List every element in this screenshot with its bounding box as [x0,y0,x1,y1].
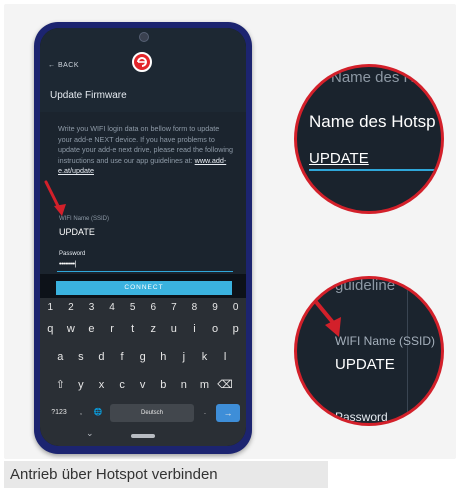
system-nav-bar: ⌄ [40,426,246,446]
zoom-value: UPDATE [309,150,369,167]
zoom-divider [407,279,408,423]
key-w[interactable]: w [61,318,82,340]
back-arrow-icon: ← [48,62,56,69]
caption: Antrieb über Hotspot verbinden [4,461,328,488]
symbols-key[interactable]: ?123 [46,404,72,422]
key-9[interactable]: 9 [206,300,224,316]
zoom-password-label: Password [335,410,388,424]
enter-key[interactable]: → [216,404,240,422]
key-b[interactable]: b [153,374,174,396]
key-row-3: ⇧ y x c v b n m ⌫ [50,374,235,396]
keyboard: 1 2 3 4 5 6 7 8 9 0 q w e r t z u i o p … [40,298,246,446]
zoom-underline [309,169,441,171]
zoom-partial-text: Name des H [331,69,415,86]
key-n[interactable]: n [174,374,195,396]
key-h[interactable]: h [153,346,174,368]
key-m[interactable]: m [194,374,215,396]
zoom-circle-ssid-field: guideline WIFI Name (SSID) UPDATE Passwo… [294,276,444,426]
red-arrow-icon [305,289,341,337]
key-p[interactable]: p [225,318,246,340]
zoom-ssid-value: UPDATE [335,356,395,373]
connect-button[interactable]: CONNECT [56,281,232,295]
red-arrow-icon [44,180,66,216]
key-1[interactable]: 1 [41,300,59,316]
key-f[interactable]: f [112,346,133,368]
image-frame: ← BACK Update Firmware Write you WIFI lo… [4,4,456,459]
camera-icon [139,32,149,42]
backspace-key[interactable]: ⌫ [215,374,236,396]
key-i[interactable]: i [184,318,205,340]
key-g[interactable]: g [132,346,153,368]
key-a[interactable]: a [50,346,71,368]
key-5[interactable]: 5 [124,300,142,316]
key-6[interactable]: 6 [144,300,162,316]
home-pill-icon[interactable] [131,434,155,438]
key-q[interactable]: q [40,318,61,340]
password-input[interactable]: ••••••••| [59,261,76,268]
back-button[interactable]: ← BACK [48,62,79,69]
key-c[interactable]: c [112,374,133,396]
key-s[interactable]: s [71,346,92,368]
key-t[interactable]: t [122,318,143,340]
back-label: BACK [57,62,80,69]
key-x[interactable]: x [91,374,112,396]
key-row-1: q w e r t z u i o p [40,318,246,340]
key-y[interactable]: y [71,374,92,396]
shift-key[interactable]: ⇧ [50,374,71,396]
key-k[interactable]: k [194,346,215,368]
space-key[interactable]: Deutsch [110,404,194,422]
page-title: Update Firmware [50,90,127,101]
phone-screen: ← BACK Update Firmware Write you WIFI lo… [40,28,246,446]
key-r[interactable]: r [102,318,123,340]
key-2[interactable]: 2 [62,300,80,316]
key-row-bottom: ?123 , 🌐 Deutsch . → [40,404,246,422]
key-u[interactable]: u [164,318,185,340]
key-3[interactable]: 3 [82,300,100,316]
password-underline [57,271,233,272]
ssid-input[interactable]: UPDATE [59,227,95,237]
key-4[interactable]: 4 [103,300,121,316]
zoom-circle-ssid-title: Name des H Name des Hotsp UPDATE [294,64,444,214]
key-d[interactable]: d [91,346,112,368]
key-7[interactable]: 7 [165,300,183,316]
key-0[interactable]: 0 [227,300,245,316]
number-row: 1 2 3 4 5 6 7 8 9 0 [40,300,246,316]
key-o[interactable]: o [205,318,226,340]
key-l[interactable]: l [215,346,236,368]
period-key[interactable]: . [198,404,212,422]
key-e[interactable]: e [81,318,102,340]
key-row-2: a s d f g h j k l [50,346,235,368]
password-label: Password [59,251,86,257]
key-z[interactable]: z [143,318,164,340]
key-v[interactable]: v [132,374,153,396]
globe-icon[interactable]: 🌐 [90,404,106,422]
description-text: Write you WIFI login data on bellow form… [58,124,234,176]
phone-mockup: ← BACK Update Firmware Write you WIFI lo… [34,22,252,454]
nav-back-chevron-icon[interactable]: ⌄ [86,428,94,439]
key-j[interactable]: j [174,346,195,368]
key-8[interactable]: 8 [185,300,203,316]
add-e-logo [132,52,152,72]
zoom-title: Name des Hotsp [309,112,436,131]
comma-key[interactable]: , [74,404,88,422]
